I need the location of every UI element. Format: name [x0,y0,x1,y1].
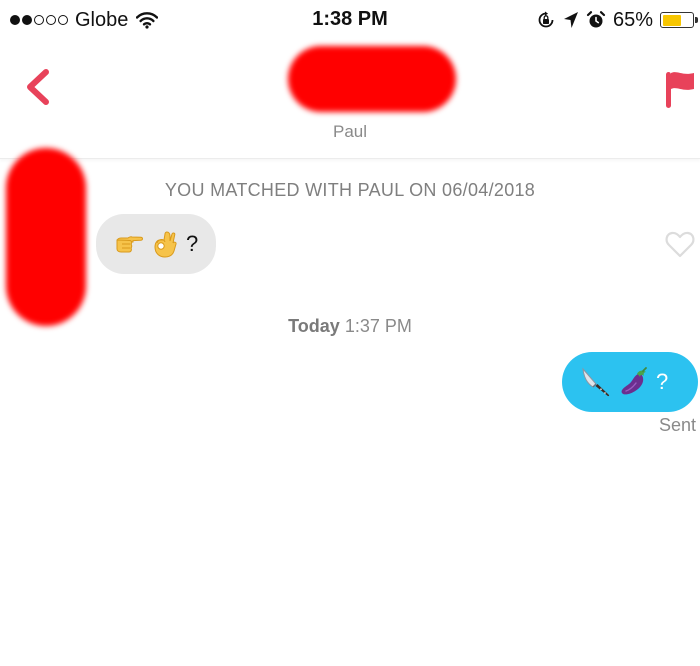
time-divider-time: 1:37 PM [344,316,412,336]
eggplant-emoji [621,367,647,395]
match-notice: YOU MATCHED WITH PAUL ON 06/04/2018 [164,180,536,200]
time-divider: Today 1:37 PM [0,316,700,337]
message-status: Sent [658,415,696,435]
battery-percent: 65% [612,8,653,31]
time-divider-day: Today [288,316,340,336]
chevron-left-icon[interactable] [20,62,60,112]
knife-emoji [582,367,610,397]
chat-header: Paul [0,40,700,159]
redacted-avatar[interactable] [6,148,86,326]
location-arrow-icon [563,12,578,28]
alarm-icon [586,11,606,28]
heart-outline-icon[interactable] [664,228,696,260]
redacted-profile-photo[interactable] [288,46,456,112]
pointing-right-emoji [116,236,143,253]
ok-hand-emoji [154,231,177,258]
message-text: ? [186,231,199,256]
match-name[interactable]: Paul [0,122,700,142]
received-message-bubble[interactable]: ? [96,214,217,274]
rotation-lock-icon [538,11,554,28]
battery-level [662,14,682,26]
battery-tip [695,17,698,23]
battery-icon [660,12,698,28]
message-text: ? [656,369,669,394]
flag-icon[interactable] [660,66,700,112]
status-bar: Globe 1:38 PM 65% [0,0,700,40]
status-right: 65% [536,8,698,32]
sent-message-bubble[interactable]: ? [562,352,698,412]
chat-screen: Globe 1:38 PM 65% Paul YOU MATCHED WITH … [0,0,700,666]
